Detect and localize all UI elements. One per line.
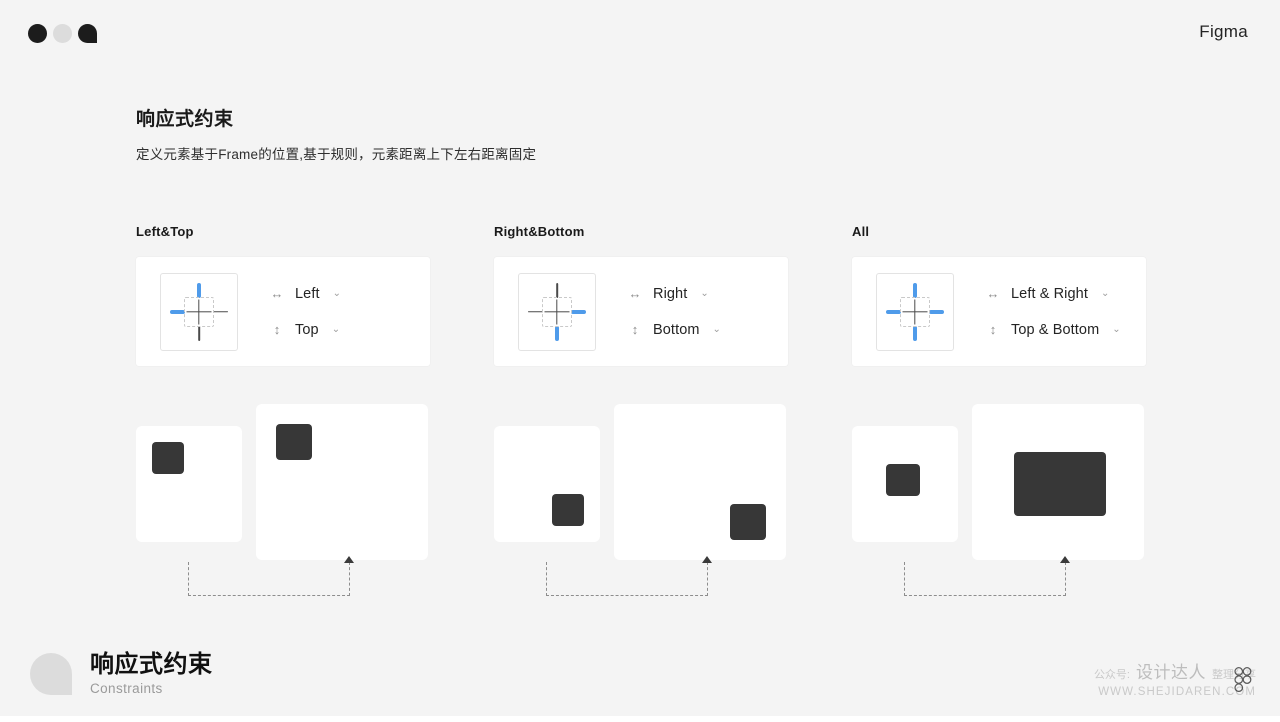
constraint-dropdowns: ↔ Right ⌄ ↕ Bottom ⌄ <box>628 284 721 340</box>
demo-frame-small <box>136 426 242 542</box>
constraint-arm-left[interactable] <box>886 309 901 314</box>
section-header: 响应式约束 定义元素基于Frame的位置,基于规则，元素距离上下左右距离固定 <box>136 104 536 163</box>
chevron-down-icon: ⌄ <box>332 287 341 299</box>
demo-box <box>730 504 766 540</box>
demo-box <box>1014 452 1106 516</box>
constraint-arm-top[interactable] <box>197 282 201 298</box>
horizontal-resize-icon: ↔ <box>986 286 1000 301</box>
constraint-dropdowns: ↔ Left ⌄ ↕ Top ⌄ <box>270 284 341 340</box>
dropdown-value: Left <box>295 285 320 302</box>
demo-box <box>552 494 584 526</box>
chevron-down-icon: ⌄ <box>1112 323 1121 335</box>
figma-logo-icon <box>1234 667 1252 692</box>
vertical-constraint-dropdown[interactable]: ↕ Top ⌄ <box>270 320 341 340</box>
arrow-up-icon <box>702 556 712 563</box>
dropdown-value: Left & Right <box>1011 285 1088 302</box>
dot-dark-cut-icon <box>78 24 97 43</box>
constraint-crosshair-vertical <box>556 299 558 324</box>
demo-box <box>886 464 920 496</box>
dot-dark-icon <box>28 24 47 43</box>
resize-indicator-bracket <box>188 556 354 596</box>
resize-indicator-bracket <box>546 556 712 596</box>
page-title: 响应式约束 <box>136 109 234 130</box>
demo-frame-small <box>494 426 600 542</box>
constraint-arm-top[interactable] <box>913 282 917 298</box>
demo-frame-large <box>256 404 428 560</box>
demo-box <box>276 424 312 460</box>
footer-text-block: 响应式约束 Constraints <box>90 651 213 696</box>
footer-title-en: Constraints <box>90 681 163 696</box>
vertical-resize-icon: ↕ <box>631 322 639 337</box>
dropdown-value: Bottom <box>653 321 700 338</box>
constraint-column-right-bottom: Right&Bottom ↔ Right ⌄ ↕ Bottom ⌄ <box>494 224 788 366</box>
constraint-crosshair-vertical <box>914 299 916 324</box>
watermark-row: 公众号: 设计达人 整理分享 <box>1094 658 1256 683</box>
column-label: Right&Bottom <box>494 224 585 239</box>
demo-box <box>152 442 184 474</box>
bottom-strip <box>0 716 1280 722</box>
watermark-url: WWW.SHEJIDAREN.COM <box>1098 686 1256 698</box>
constraint-widget[interactable] <box>876 272 954 351</box>
constraint-arm-right[interactable] <box>929 309 944 314</box>
chevron-down-icon: ⌄ <box>700 287 709 299</box>
constraint-dropdowns: ↔ Left & Right ⌄ ↕ Top & Bottom ⌄ <box>986 284 1121 340</box>
constraint-arm-top[interactable] <box>556 282 558 298</box>
dot-light-icon <box>53 24 72 43</box>
vertical-constraint-dropdown[interactable]: ↕ Bottom ⌄ <box>628 320 721 340</box>
demo-row <box>136 404 1146 604</box>
constraint-column-left-top: Left&Top ↔ Left ⌄ ↕ Top ⌄ <box>136 224 430 366</box>
arrow-up-icon <box>344 556 354 563</box>
vertical-resize-icon: ↕ <box>989 322 997 337</box>
constraint-widget[interactable] <box>518 272 596 351</box>
constraint-card: ↔ Left & Right ⌄ ↕ Top & Bottom ⌄ <box>852 257 1146 366</box>
dropdown-value: Top <box>295 321 319 338</box>
constraint-column-all: All ↔ Left & Right ⌄ ↕ Top & Bottom ⌄ <box>852 224 1146 366</box>
footer-branding: 响应式约束 Constraints <box>30 651 213 696</box>
brand-mark-icon <box>30 652 72 695</box>
watermark-name: 设计达人 <box>1136 663 1206 682</box>
chevron-down-icon: ⌄ <box>331 323 341 335</box>
demo-frame-small <box>852 426 958 542</box>
constraint-card: ↔ Right ⌄ ↕ Bottom ⌄ <box>494 257 788 366</box>
watermark: 公众号: 设计达人 整理分享 WWW.SHEJIDAREN.COM <box>1094 658 1256 698</box>
watermark-prefix: 公众号: <box>1093 669 1130 681</box>
constraint-crosshair-vertical <box>198 299 200 324</box>
column-label: All <box>852 224 870 239</box>
chevron-down-icon: ⌄ <box>712 323 721 335</box>
vertical-constraint-dropdown[interactable]: ↕ Top & Bottom ⌄ <box>986 320 1121 340</box>
constraint-arm-left[interactable] <box>170 309 185 314</box>
demo-frame-large <box>972 404 1144 560</box>
constraint-arm-bottom[interactable] <box>198 325 200 341</box>
demo-frame-large <box>614 404 786 560</box>
top-bar: Figma <box>0 0 1280 66</box>
app-brand-label: Figma <box>1199 22 1248 41</box>
chevron-down-icon: ⌄ <box>1100 287 1110 299</box>
constraint-arm-right[interactable] <box>571 309 586 314</box>
column-label: Left&Top <box>136 224 194 239</box>
resize-indicator-bracket <box>904 556 1070 596</box>
vertical-resize-icon: ↕ <box>273 322 281 337</box>
arrow-up-icon <box>1060 556 1070 563</box>
horizontal-resize-icon: ↔ <box>270 286 284 301</box>
horizontal-resize-icon: ↔ <box>628 286 642 301</box>
constraint-arm-bottom[interactable] <box>555 325 559 341</box>
window-dots <box>28 24 97 43</box>
constraint-arm-bottom[interactable] <box>913 325 917 341</box>
constraint-widget[interactable] <box>160 272 238 351</box>
dropdown-value: Top & Bottom <box>1011 321 1100 338</box>
horizontal-constraint-dropdown[interactable]: ↔ Right ⌄ <box>628 284 721 304</box>
constraint-card: ↔ Left ⌄ ↕ Top ⌄ <box>136 257 430 366</box>
page-subtitle: 定义元素基于Frame的位置,基于规则，元素距离上下左右距离固定 <box>136 147 537 162</box>
horizontal-constraint-dropdown[interactable]: ↔ Left ⌄ <box>270 284 341 304</box>
footer-title-cn: 响应式约束 <box>90 651 213 679</box>
constraint-arm-left[interactable] <box>528 310 543 313</box>
horizontal-constraint-dropdown[interactable]: ↔ Left & Right ⌄ <box>986 284 1121 304</box>
constraint-arm-right[interactable] <box>213 310 228 313</box>
canvas: Figma 响应式约束 定义元素基于Frame的位置,基于规则，元素距离上下左右… <box>0 0 1280 716</box>
dropdown-value: Right <box>653 285 688 302</box>
